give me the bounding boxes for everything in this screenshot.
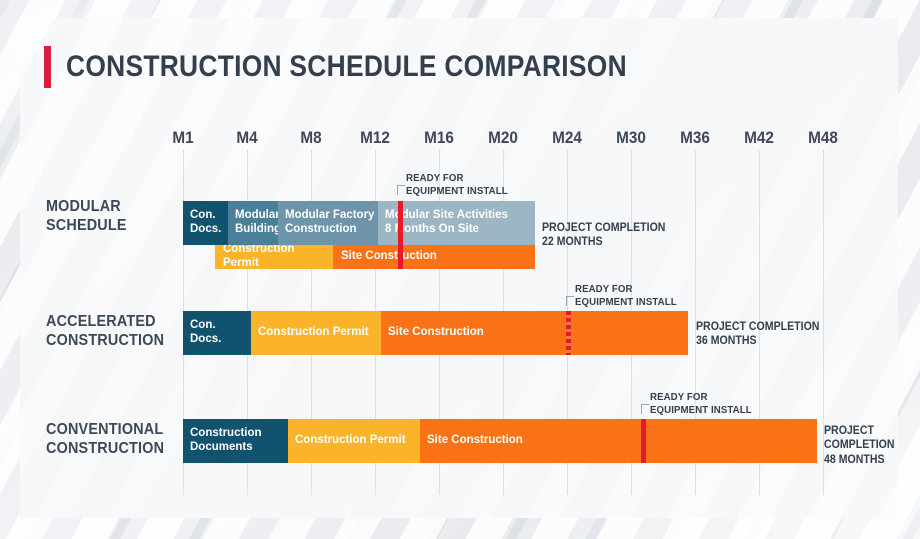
project-completion-label: PROJECT COMPLETION 48 MONTHS	[824, 425, 895, 466]
bar-segment[interactable]: Construction Documents	[183, 419, 288, 463]
equipment-install-marker	[398, 201, 403, 269]
gantt-plot-area: M1 M4 M8 M12 M16 M20 M24 M30 M36 M42 M48 MODULAR SC…	[20, 18, 898, 518]
bar-segment[interactable]: Modular Factory Construction	[278, 201, 378, 245]
axis-tick-m1: M1	[172, 128, 194, 147]
annotation-elbow-icon	[566, 296, 574, 306]
axis-tick-m16: M16	[424, 128, 454, 147]
axis-tick-m30: M30	[616, 128, 646, 147]
axis-tick-m12: M12	[360, 128, 390, 147]
bar-row-1-single: Con. Docs. Construction Permit Site Constr…	[183, 311, 688, 355]
project-completion-label: PROJECT COMPLETION 36 MONTHS	[696, 321, 820, 348]
row-label-2: CONVENTIONAL CONSTRUCTION	[46, 421, 165, 457]
bar-segment[interactable]: Construction Permit	[288, 419, 420, 463]
axis-tick-m4: M4	[236, 128, 258, 147]
row-label-0: MODULAR SCHEDULE	[46, 198, 127, 234]
ready-for-equipment-install-label: READY FOR EQUIPMENT INSTALL	[575, 283, 677, 308]
bar-row-2-single: Construction Documents Construction Permi…	[183, 419, 817, 463]
project-completion-label: PROJECT COMPLETION 22 MONTHS	[542, 222, 666, 249]
bar-segment[interactable]: Site Construction	[420, 419, 817, 463]
axis-tick-m24: M24	[552, 128, 582, 147]
row-label-1: ACCELERATED CONSTRUCTION	[46, 313, 165, 349]
bar-row-0-lower: Construction Permit Site Construction	[215, 245, 535, 269]
bar-segment[interactable]: Con. Docs.	[183, 201, 228, 245]
axis-tick-m20: M20	[488, 128, 518, 147]
bar-segment[interactable]: Modular Building	[228, 201, 278, 245]
axis-tick-m48: M48	[808, 128, 838, 147]
bar-segment[interactable]: Site Construction	[333, 245, 535, 269]
ready-for-equipment-install-label: READY FOR EQUIPMENT INSTALL	[406, 172, 508, 197]
annotation-elbow-icon	[641, 404, 649, 414]
annotation-elbow-icon	[397, 185, 405, 195]
bar-segment[interactable]: Construction Permit	[215, 245, 333, 269]
bar-segment[interactable]: Construction Permit	[251, 311, 381, 355]
ready-for-equipment-install-label: READY FOR EQUIPMENT INSTALL	[650, 391, 752, 416]
bar-row-0-upper: Con. Docs. Modular Building Modular Factor…	[183, 201, 535, 245]
axis-tick-m42: M42	[744, 128, 774, 147]
equipment-install-marker	[641, 419, 646, 463]
bar-segment[interactable]: Site Construction	[381, 311, 688, 355]
bar-segment[interactable]: Con. Docs.	[183, 311, 251, 355]
equipment-install-marker	[566, 311, 571, 355]
axis-tick-m8: M8	[300, 128, 322, 147]
axis-tick-m36: M36	[680, 128, 710, 147]
chart-card: CONSTRUCTION SCHEDULE COMPARISON M1 M4 M8 M…	[20, 18, 898, 518]
